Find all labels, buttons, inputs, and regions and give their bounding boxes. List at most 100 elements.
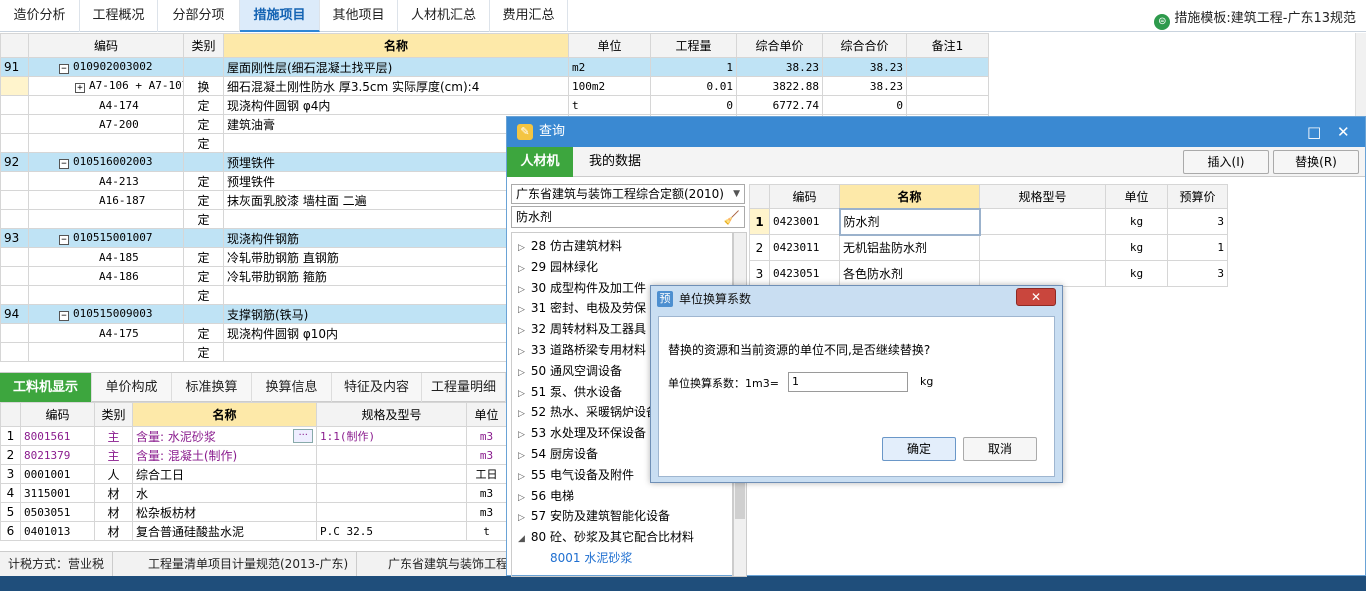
broom-icon[interactable]: 🧹 [724,209,740,229]
result-row[interactable]: 3 0423051 各色防水剂 kg 3 [749,260,1228,287]
expand-toggle-icon[interactable]: + [75,83,85,93]
expand-toggle-icon[interactable]: − [59,311,69,321]
tab-cost-analysis[interactable]: 造价分析 [0,0,80,32]
expand-toggle-icon[interactable]: − [59,64,69,74]
maximize-icon[interactable]: □ [1307,117,1321,147]
col-res-code[interactable]: 编码 [20,402,95,427]
resource-row[interactable]: 6 0401013 材复合普通硅酸盐水泥 P.C 32.5 t [0,521,507,541]
tree-item[interactable]: ▷ 28 仿古建筑材料 [518,237,622,254]
tab-fee-summary[interactable]: 费用汇总 [490,0,568,32]
expand-toggle-icon[interactable]: − [59,235,69,245]
resource-row[interactable]: 2 8021379 主含量: 混凝土(制作) m3 [0,445,507,465]
resource-row[interactable]: 4 3115001 材水 m3 [0,483,507,503]
table-row[interactable]: 91−010902003002 屋面刚性层(细石混凝土找平层) m2 1 38.23 38… [0,57,989,77]
close-icon[interactable]: ✕ [1337,117,1350,147]
row-name[interactable]: 细石混凝土刚性防水 厚3.5cm 实际厚度(cm):4 [223,76,569,96]
tree-item[interactable]: ◢ 80 砼、砂浆及其它配合比材料 [518,528,694,545]
insert-button[interactable]: 插入(I) [1183,150,1269,174]
factor-input[interactable]: 1 [788,372,908,392]
tree-arrow-icon[interactable]: ▷ [518,347,525,357]
tab-conversion-info[interactable]: 换算信息 [252,373,332,402]
tab-resources[interactable]: 人材机 [507,147,573,177]
res-name[interactable]: 松杂板枋材 [132,502,317,522]
row-name[interactable]: 屋面刚性层(细石混凝土找平层) [223,57,569,77]
resource-row[interactable]: 1 8001561 主含量: 水泥砂浆 ··· 1:1(制作) m3 [0,426,507,446]
search-input[interactable]: 防水剂 🧹 [511,206,745,228]
tree-item[interactable]: ▷ 55 电气设备及附件 [518,466,634,483]
tree-item[interactable]: ▷ 30 成型构件及加工件 [518,279,646,296]
col-q-code[interactable]: 编码 [769,184,840,209]
tree-arrow-icon[interactable]: ▷ [518,430,525,440]
dialog-close-button[interactable]: ✕ [1016,288,1056,306]
col-res-name[interactable]: 名称 [132,402,317,427]
tree-item[interactable]: ▷ 56 电梯 [518,487,574,504]
col-name[interactable]: 名称 [223,33,569,58]
tree-arrow-icon[interactable]: ▷ [518,409,525,419]
resource-row[interactable]: 3 0001001 人综合工日 工日 [0,464,507,484]
tree-item[interactable]: ▷ 52 热水、采暖锅炉设备 [518,403,658,420]
tree-arrow-icon[interactable]: ▷ [518,493,525,503]
tree-item[interactable]: ▷ 29 园林绿化 [518,258,598,275]
result-name[interactable]: 无机铝盐防水剂 [839,234,980,261]
tree-arrow-icon[interactable]: ▷ [518,368,525,378]
tree-item[interactable]: ▷ 32 周转材料及工器具 [518,320,646,337]
res-name[interactable]: 含量: 混凝土(制作) [132,445,317,465]
result-name[interactable]: 各色防水剂 [839,260,980,287]
resource-row[interactable]: 5 0503051 材松杂板枋材 m3 [0,502,507,522]
col-unit-price[interactable]: 综合单价 [736,33,823,58]
tree-subitem[interactable]: 8001 水泥砂浆 [550,549,632,566]
quota-select[interactable]: 广东省建筑与装饰工程综合定额(2010) ▼ [511,184,745,204]
tree-arrow-icon[interactable]: ▷ [518,472,525,482]
res-name[interactable]: 复合普通硅酸盐水泥 [132,521,317,541]
tree-item[interactable]: ▷ 31 密封、电极及劳保 [518,299,646,316]
col-type[interactable]: 类别 [183,33,224,58]
tree-item[interactable]: ▷ 51 泵、供水设备 [518,383,622,400]
table-row[interactable]: A4-174 定现浇构件圆钢 φ4内 t 0 6772.74 0 [0,95,989,115]
tab-features[interactable]: 特征及内容 [332,373,422,402]
res-name[interactable]: 综合工日 [132,464,317,484]
col-qty[interactable]: 工程量 [650,33,737,58]
tab-resources-display[interactable]: 工料机显示 [0,373,92,402]
tree-arrow-icon[interactable]: ▷ [518,305,525,315]
tree-item[interactable]: ▷ 53 水处理及环保设备 [518,424,646,441]
tab-unit-price-composition[interactable]: 单价构成 [92,373,172,402]
tree-arrow-icon[interactable]: ▷ [518,326,525,336]
tree-item[interactable]: ▷ 33 道路桥梁专用材料 [518,341,646,358]
replace-button[interactable]: 替换(R) [1273,150,1359,174]
result-row[interactable]: 2 0423011 无机铝盐防水剂 kg 1 [749,234,1228,261]
tab-measures[interactable]: 措施项目 [240,0,320,32]
tab-my-data[interactable]: 我的数据 [573,147,657,177]
row-name[interactable]: 现浇构件圆钢 φ4内 [223,95,569,115]
tab-resource-summary[interactable]: 人材机汇总 [398,0,490,32]
tree-item[interactable]: ▷ 50 通风空调设备 [518,362,622,379]
table-row[interactable]: + A7-106 + A7-107 换细石混凝土刚性防水 厚3.5cm 实际厚度(c… [0,76,989,96]
col-res-unit[interactable]: 单位 [466,402,507,427]
tree-arrow-icon[interactable]: ▷ [518,513,525,523]
res-name[interactable]: 含量: 水泥砂浆 ··· [132,426,317,446]
tree-arrow-icon[interactable]: ◢ [518,534,525,544]
tree-arrow-icon[interactable]: ▷ [518,243,525,253]
ok-button[interactable]: 确定 [882,437,956,461]
tree-arrow-icon[interactable]: ▷ [518,389,525,399]
expand-toggle-icon[interactable]: − [59,159,69,169]
col-res-type[interactable]: 类别 [94,402,133,427]
col-q-spec[interactable]: 规格型号 [979,184,1106,209]
result-name[interactable]: 防水剂 [838,207,981,236]
tab-other-items[interactable]: 其他项目 [320,0,398,32]
template-selector[interactable]: ⊜ 措施模板:建筑工程-广东13规范 [1154,7,1356,30]
tab-quantity-details[interactable]: 工程量明细 [422,373,506,402]
more-button[interactable]: ··· [293,429,313,443]
col-unit[interactable]: 单位 [568,33,651,58]
tree-item[interactable]: ▷ 54 厨房设备 [518,445,598,462]
col-res-spec[interactable]: 规格及型号 [316,402,467,427]
col-remark[interactable]: 备注1 [906,33,989,58]
col-total[interactable]: 综合合价 [822,33,907,58]
tree-arrow-icon[interactable]: ▷ [518,451,525,461]
tree-arrow-icon[interactable]: ▷ [518,285,525,295]
col-q-unit[interactable]: 单位 [1105,184,1168,209]
tab-divisions[interactable]: 分部分项 [158,0,240,32]
cancel-button[interactable]: 取消 [963,437,1037,461]
result-row[interactable]: 1 0423001 防水剂 kg 3 [749,207,1228,236]
col-q-name[interactable]: 名称 [839,184,980,209]
res-name[interactable]: 水 [132,483,317,503]
